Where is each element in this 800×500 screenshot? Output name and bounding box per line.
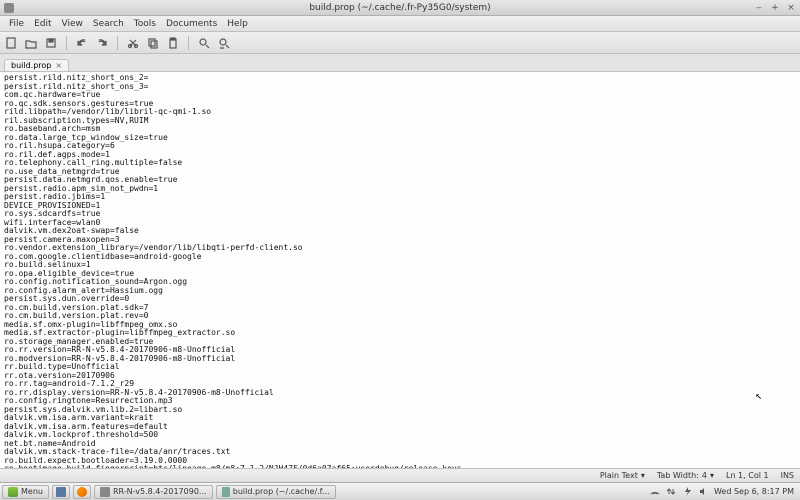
taskbar-item[interactable]: build.prop (~/.cache/.f... <box>216 485 336 499</box>
status-tab-width[interactable]: Tab Width: 4 ▾ <box>657 471 714 480</box>
menu-edit[interactable]: Edit <box>29 19 56 29</box>
mouse-cursor-icon: ↖ <box>755 392 762 401</box>
close-button[interactable]: × <box>784 3 798 13</box>
statusbar: Plain Text ▾ Tab Width: 4 ▾ Ln 1, Col 1 … <box>0 468 800 482</box>
find-button[interactable] <box>197 36 211 50</box>
menu-tools[interactable]: Tools <box>129 19 161 29</box>
toolbar-separator <box>117 36 118 50</box>
mint-logo-icon <box>8 487 18 497</box>
editor-line: dalvik.vm.lockprof.threshold=500 <box>4 431 796 440</box>
editor-line: rr.build.type=Unofficial <box>4 363 796 372</box>
menu-search[interactable]: Search <box>88 19 129 29</box>
editor-line: persist.rild.nitz_short_ons_3= <box>4 83 796 92</box>
status-tabwidth-label: Tab Width: <box>657 471 699 480</box>
paste-icon <box>167 37 179 49</box>
chevron-down-icon: ▾ <box>641 471 645 480</box>
editor-line: ro.data.large_tcp_window_size=true <box>4 134 796 143</box>
editor-line: ro.bootimage.build.fingerprint=htc/linea… <box>4 465 796 468</box>
toolbar-separator <box>66 36 67 50</box>
menu-view[interactable]: View <box>57 19 88 29</box>
text-editor-icon <box>222 487 230 497</box>
editor-line: DEVICE_PROVISIONED=1 <box>4 202 796 211</box>
redo-icon <box>96 37 108 49</box>
clock[interactable]: Wed Sep 6, 8:17 PM <box>714 487 794 496</box>
status-tabwidth-value: 4 <box>702 471 707 480</box>
start-menu-button[interactable]: Menu <box>2 485 49 499</box>
open-file-button[interactable] <box>24 36 38 50</box>
toolbar-separator <box>188 36 189 50</box>
editor-line: ro.telephony.call_ring.multiple=false <box>4 159 796 168</box>
cut-button[interactable] <box>126 36 140 50</box>
taskbar-item-label: build.prop (~/.cache/.f... <box>233 487 330 496</box>
network-up-down-icon <box>666 486 676 496</box>
radio-signal-icon <box>650 486 660 496</box>
cut-icon <box>127 37 139 49</box>
status-language[interactable]: Plain Text ▾ <box>600 471 645 480</box>
redo-button[interactable] <box>95 36 109 50</box>
editor-line: ro.sys.sdcardfs=true <box>4 210 796 219</box>
app-icon <box>4 3 14 13</box>
start-menu-label: Menu <box>21 487 43 496</box>
firefox-icon <box>77 487 87 497</box>
system-tray: Wed Sep 6, 8:17 PM <box>650 486 798 498</box>
editor-line: ril.subscription.types=NV,RUIM <box>4 117 796 126</box>
find-replace-icon <box>218 37 230 49</box>
show-desktop-button[interactable] <box>52 485 70 499</box>
editor-line: persist.radio.apm_sim_not_pwdn=1 <box>4 185 796 194</box>
maximize-button[interactable]: + <box>768 3 782 13</box>
wifi-icon[interactable] <box>650 486 660 498</box>
status-cursor-position: Ln 1, Col 1 <box>726 471 769 480</box>
minimize-button[interactable]: ‒ <box>752 3 766 13</box>
firefox-launcher[interactable] <box>73 485 91 499</box>
save-button[interactable] <box>44 36 58 50</box>
search-icon <box>198 37 210 49</box>
editor-line: ro.modversion=RR-N-v5.8.4-20170906-m8-Un… <box>4 355 796 364</box>
lightning-icon <box>682 486 692 496</box>
tabbar: build.prop × <box>0 54 800 72</box>
editor-line: dalvik.vm.dex2oat-swap=false <box>4 227 796 236</box>
tab-build-prop[interactable]: build.prop × <box>4 59 69 71</box>
editor-line: persist.radio.jbims=1 <box>4 193 796 202</box>
paste-button[interactable] <box>166 36 180 50</box>
toolbar <box>0 32 800 54</box>
titlebar: build.prop (~/.cache/.fr-Py35G0/system) … <box>0 0 800 16</box>
undo-button[interactable] <box>75 36 89 50</box>
show-desktop-icon <box>56 487 66 497</box>
taskbar: Menu RR-N-v5.8.4-2017090... build.prop (… <box>0 482 800 500</box>
tab-label: build.prop <box>11 61 51 70</box>
status-ins-label: INS <box>781 471 794 480</box>
status-language-label: Plain Text <box>600 471 638 480</box>
network-icon[interactable] <box>666 486 676 498</box>
taskbar-item[interactable]: RR-N-v5.8.4-2017090... <box>94 485 213 499</box>
open-folder-icon <box>25 37 37 49</box>
new-file-button[interactable] <box>4 36 18 50</box>
menu-help[interactable]: Help <box>222 19 253 29</box>
copy-icon <box>147 37 159 49</box>
find-replace-button[interactable] <box>217 36 231 50</box>
menu-file[interactable]: File <box>4 19 29 29</box>
window-title: build.prop (~/.cache/.fr-Py35G0/system) <box>309 3 490 13</box>
tab-close-button[interactable]: × <box>55 61 62 70</box>
editor-line: ro.ril.hsupa.category=6 <box>4 142 796 151</box>
editor-line: ro.com.google.clientidbase=android-googl… <box>4 253 796 262</box>
status-position-label: Ln 1, Col 1 <box>726 471 769 480</box>
menubar: File Edit View Search Tools Documents He… <box>0 16 800 32</box>
file-manager-icon <box>100 487 110 497</box>
chevron-down-icon: ▾ <box>710 471 714 480</box>
volume-icon[interactable] <box>698 486 708 498</box>
undo-icon <box>76 37 88 49</box>
status-insert-mode[interactable]: INS <box>781 471 794 480</box>
menu-documents[interactable]: Documents <box>161 19 222 29</box>
editor-pane[interactable]: persist.rild.nitz_short_ons_2=persist.ri… <box>0 72 800 468</box>
power-icon[interactable] <box>682 486 692 498</box>
save-icon <box>45 37 57 49</box>
speaker-icon <box>698 486 708 496</box>
taskbar-item-label: RR-N-v5.8.4-2017090... <box>113 487 207 496</box>
copy-button[interactable] <box>146 36 160 50</box>
new-file-icon <box>5 37 17 49</box>
